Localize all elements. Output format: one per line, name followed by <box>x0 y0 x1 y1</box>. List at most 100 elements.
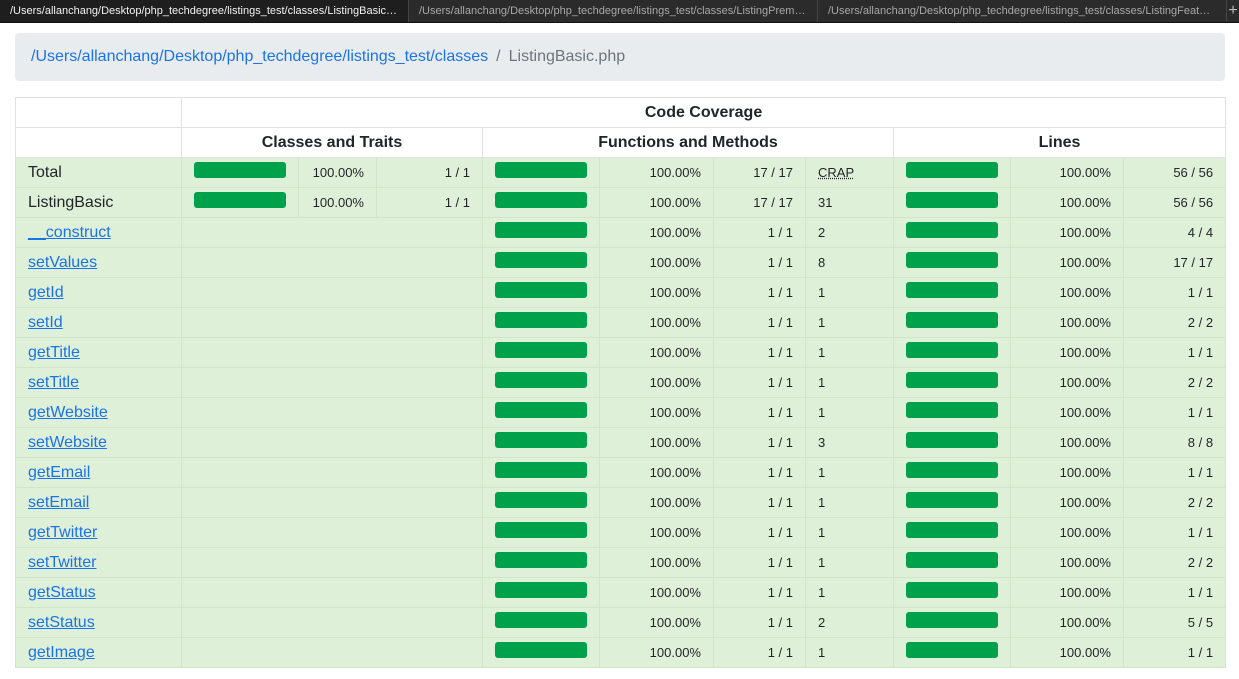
crap-cell: 1 <box>805 307 894 338</box>
breadcrumb-separator: / <box>496 48 501 65</box>
classes-progress-bar <box>194 191 286 208</box>
lines-progress-bar <box>906 311 998 328</box>
lines-count: 1 / 1 <box>1122 577 1227 608</box>
coverage-table: Code Coverage Classes and Traits Functio… <box>15 97 1227 668</box>
crap-cell: CRAP <box>805 157 894 188</box>
method-link[interactable]: getWebsite <box>28 404 108 421</box>
method-link[interactable]: getImage <box>28 644 95 661</box>
functions-progress-bar <box>495 461 587 478</box>
method-name-cell: setWebsite <box>15 427 182 458</box>
classes-empty <box>181 337 483 368</box>
functions-progress-bar <box>495 401 587 418</box>
functions-progress-bar <box>495 161 587 178</box>
classes-percent: 100.00% <box>298 157 377 188</box>
functions-percent: 100.00% <box>599 367 714 398</box>
functions-percent: 100.00% <box>599 427 714 458</box>
lines-percent: 100.00% <box>1010 457 1124 488</box>
method-link[interactable]: setEmail <box>28 494 89 511</box>
method-link[interactable]: __construct <box>28 224 111 241</box>
classes-count: 1 / 1 <box>376 157 483 188</box>
functions-bar-cell <box>482 397 600 428</box>
functions-progress-bar <box>495 221 587 238</box>
lines-count: 2 / 2 <box>1122 367 1227 398</box>
crap-cell: 1 <box>805 517 894 548</box>
functions-percent: 100.00% <box>599 637 714 668</box>
functions-percent: 100.00% <box>599 457 714 488</box>
header-functions-methods: Functions and Methods <box>482 127 894 158</box>
tab-1[interactable]: /Users/allanchang/Desktop/php_techdegree… <box>0 0 409 22</box>
crap-cell: 2 <box>805 607 894 638</box>
functions-bar-cell <box>482 487 600 518</box>
functions-progress-bar <box>495 551 587 568</box>
lines-count: 1 / 1 <box>1122 277 1227 308</box>
lines-percent: 100.00% <box>1010 247 1124 278</box>
lines-count: 1 / 1 <box>1122 637 1227 668</box>
functions-count: 1 / 1 <box>713 457 806 488</box>
table-row: setValues 100.00% 1 / 1 8 100.00% 17 / 17 <box>15 247 1227 278</box>
classes-percent: 100.00% <box>298 187 377 218</box>
functions-count: 1 / 1 <box>713 307 806 338</box>
functions-progress-bar <box>495 581 587 598</box>
method-link[interactable]: getStatus <box>28 584 96 601</box>
table-row: setTitle 100.00% 1 / 1 1 100.00% 2 / 2 <box>15 367 1227 398</box>
lines-percent: 100.00% <box>1010 607 1124 638</box>
lines-progress-bar <box>906 611 998 628</box>
table-row: setTwitter 100.00% 1 / 1 1 100.00% 2 / 2 <box>15 547 1227 578</box>
lines-bar-cell <box>893 547 1011 578</box>
functions-count: 1 / 1 <box>713 397 806 428</box>
method-link[interactable]: setTitle <box>28 374 79 391</box>
method-link[interactable]: getTwitter <box>28 524 97 541</box>
classes-empty <box>181 367 483 398</box>
method-link[interactable]: setValues <box>28 254 97 271</box>
method-link[interactable]: getTitle <box>28 344 80 361</box>
method-link[interactable]: setWebsite <box>28 434 107 451</box>
crap-cell: 8 <box>805 247 894 278</box>
method-link[interactable]: getId <box>28 284 64 301</box>
lines-count: 56 / 56 <box>1122 157 1227 188</box>
crap-cell: 1 <box>805 397 894 428</box>
lines-percent: 100.00% <box>1010 517 1124 548</box>
table-row: getWebsite 100.00% 1 / 1 1 100.00% 1 / 1 <box>15 397 1227 428</box>
functions-bar-cell <box>482 247 600 278</box>
functions-count: 1 / 1 <box>713 517 806 548</box>
lines-bar-cell <box>893 367 1011 398</box>
classes-bar-cell <box>181 187 299 218</box>
method-link[interactable]: setStatus <box>28 614 95 631</box>
new-tab-plus-icon[interactable]: + <box>1227 0 1239 22</box>
lines-progress-bar <box>906 461 998 478</box>
crap-cell: 1 <box>805 487 894 518</box>
breadcrumb-current: ListingBasic.php <box>508 48 626 65</box>
functions-progress-bar <box>495 341 587 358</box>
lines-progress-bar <box>906 521 998 538</box>
crap-cell: 1 <box>805 637 894 668</box>
lines-percent: 100.00% <box>1010 307 1124 338</box>
lines-percent: 100.00% <box>1010 637 1124 668</box>
functions-percent: 100.00% <box>599 547 714 578</box>
table-row: getEmail 100.00% 1 / 1 1 100.00% 1 / 1 <box>15 457 1227 488</box>
lines-progress-bar <box>906 221 998 238</box>
tab-3[interactable]: /Users/allanchang/Desktop/php_techdegree… <box>818 0 1227 22</box>
functions-count: 1 / 1 <box>713 607 806 638</box>
header-lines: Lines <box>892 127 1227 158</box>
lines-progress-bar <box>906 551 998 568</box>
lines-progress-bar <box>906 161 998 178</box>
crap-cell: 1 <box>805 547 894 578</box>
functions-percent: 100.00% <box>599 247 714 278</box>
lines-bar-cell <box>893 247 1011 278</box>
lines-percent: 100.00% <box>1010 577 1124 608</box>
tab-2[interactable]: /Users/allanchang/Desktop/php_techdegree… <box>409 0 818 22</box>
functions-percent: 100.00% <box>599 157 714 188</box>
breadcrumb-path-link[interactable]: /Users/allanchang/Desktop/php_techdegree… <box>31 48 488 66</box>
method-name-cell: setStatus <box>15 607 182 638</box>
table-row: getTwitter 100.00% 1 / 1 1 100.00% 1 / 1 <box>15 517 1227 548</box>
crap-label: CRAP <box>818 165 855 180</box>
functions-progress-bar <box>495 191 587 208</box>
method-link[interactable]: setId <box>28 314 63 331</box>
functions-percent: 100.00% <box>599 487 714 518</box>
functions-bar-cell <box>482 457 600 488</box>
method-link[interactable]: getEmail <box>28 464 90 481</box>
functions-progress-bar <box>495 281 587 298</box>
method-name-cell: getId <box>15 277 182 308</box>
method-link[interactable]: setTwitter <box>28 554 96 571</box>
lines-progress-bar <box>906 431 998 448</box>
